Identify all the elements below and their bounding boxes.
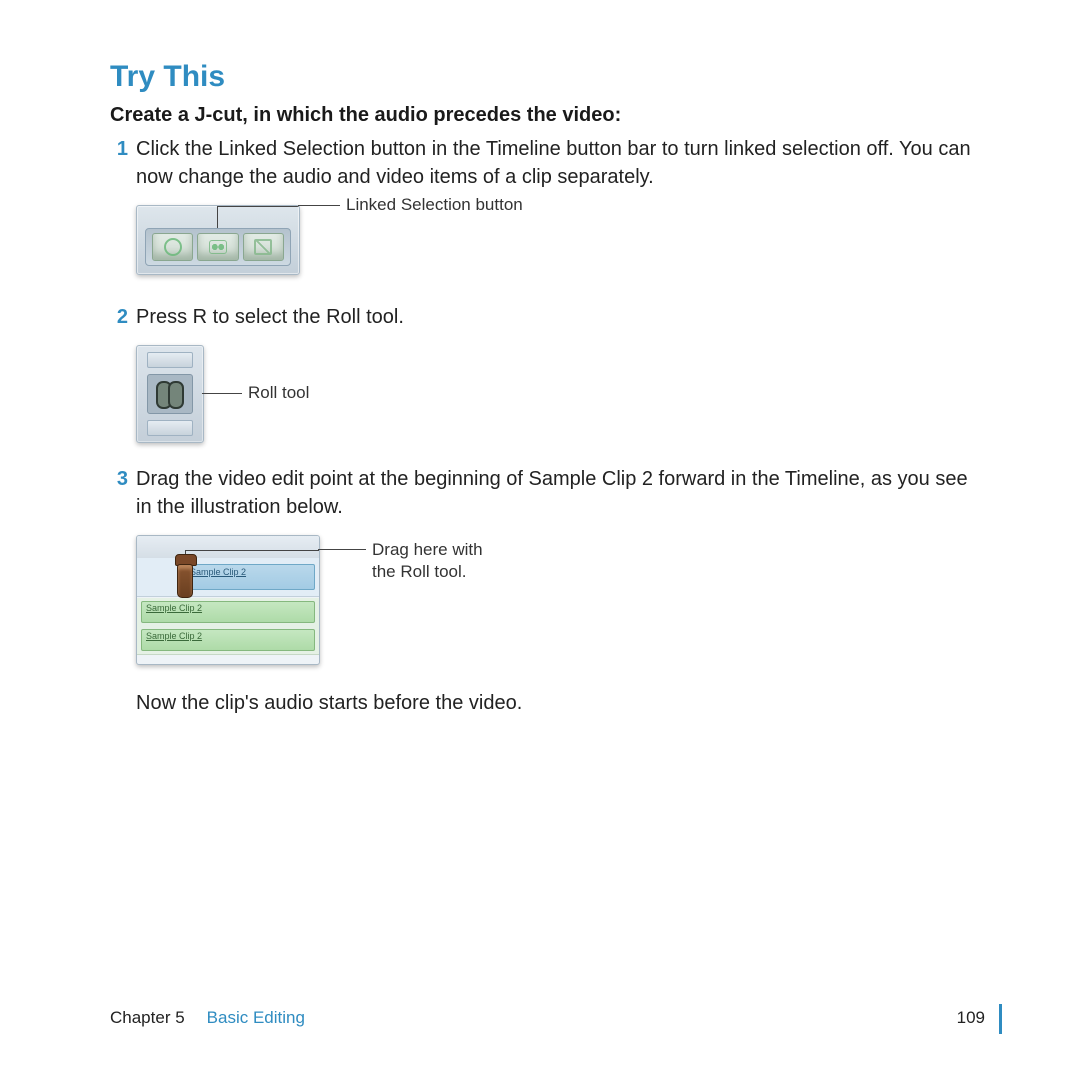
page-footer: Chapter 5 Basic Editing 109 <box>110 1008 985 1028</box>
callout-line1: Drag here with <box>372 540 483 559</box>
figure-timeline-drag: Sample Clip 2 Sample Clip 2 Sample Clip … <box>136 535 975 665</box>
figure-linked-selection: Linked Selection button <box>136 205 975 275</box>
step-number: 3 <box>110 465 128 493</box>
callout-roll-tool: Roll tool <box>248 383 309 403</box>
roll-cursor-icon <box>175 554 195 596</box>
step-1: 1 Click the Linked Selection button in t… <box>110 135 975 191</box>
audio-clip: Sample Clip 2 <box>141 629 315 651</box>
result-text: Now the clip's audio starts before the v… <box>136 689 975 717</box>
step-text: Click the Linked Selection button in the… <box>136 135 975 191</box>
callout-drag-here: Drag here with the Roll tool. <box>372 539 483 583</box>
callout-line <box>185 550 320 551</box>
callout-line <box>298 205 340 206</box>
step-text: Drag the video edit point at the beginni… <box>136 465 975 521</box>
callout-line <box>202 393 242 394</box>
task-title: Create a J-cut, in which the audio prece… <box>110 104 975 127</box>
audio-track-2: Sample Clip 2 <box>137 626 319 655</box>
toolbar-button-icon <box>243 233 284 261</box>
toolbar-buttons-graphic <box>136 205 300 275</box>
linked-selection-button-icon <box>197 233 238 261</box>
roll-tool-graphic <box>136 345 204 443</box>
toolbar-button-icon <box>152 233 193 261</box>
audio-track-1: Sample Clip 2 <box>137 598 319 627</box>
callout-linked-selection: Linked Selection button <box>346 195 523 215</box>
footer-page-number: 109 <box>957 1008 985 1028</box>
video-track: Sample Clip 2 <box>137 558 319 597</box>
step-text: Press R to select the Roll tool. <box>136 303 404 331</box>
section-heading: Try This <box>110 60 975 94</box>
video-clip: Sample Clip 2 <box>185 564 315 590</box>
timeline-ruler <box>137 536 319 559</box>
footer-title: Basic Editing <box>207 1008 305 1028</box>
step-number: 2 <box>110 303 128 331</box>
step-2: 2 Press R to select the Roll tool. <box>110 303 975 331</box>
footer-accent-bar <box>999 1004 1002 1034</box>
step-3: 3 Drag the video edit point at the begin… <box>110 465 975 521</box>
audio-clip: Sample Clip 2 <box>141 601 315 623</box>
figure-roll-tool: Roll tool <box>136 345 975 443</box>
timeline-graphic: Sample Clip 2 Sample Clip 2 Sample Clip … <box>136 535 320 665</box>
roll-tool-icon <box>156 380 184 408</box>
callout-line <box>318 549 366 550</box>
step-number: 1 <box>110 135 128 163</box>
callout-line2: the Roll tool. <box>372 562 467 581</box>
footer-chapter: Chapter 5 <box>110 1008 185 1028</box>
